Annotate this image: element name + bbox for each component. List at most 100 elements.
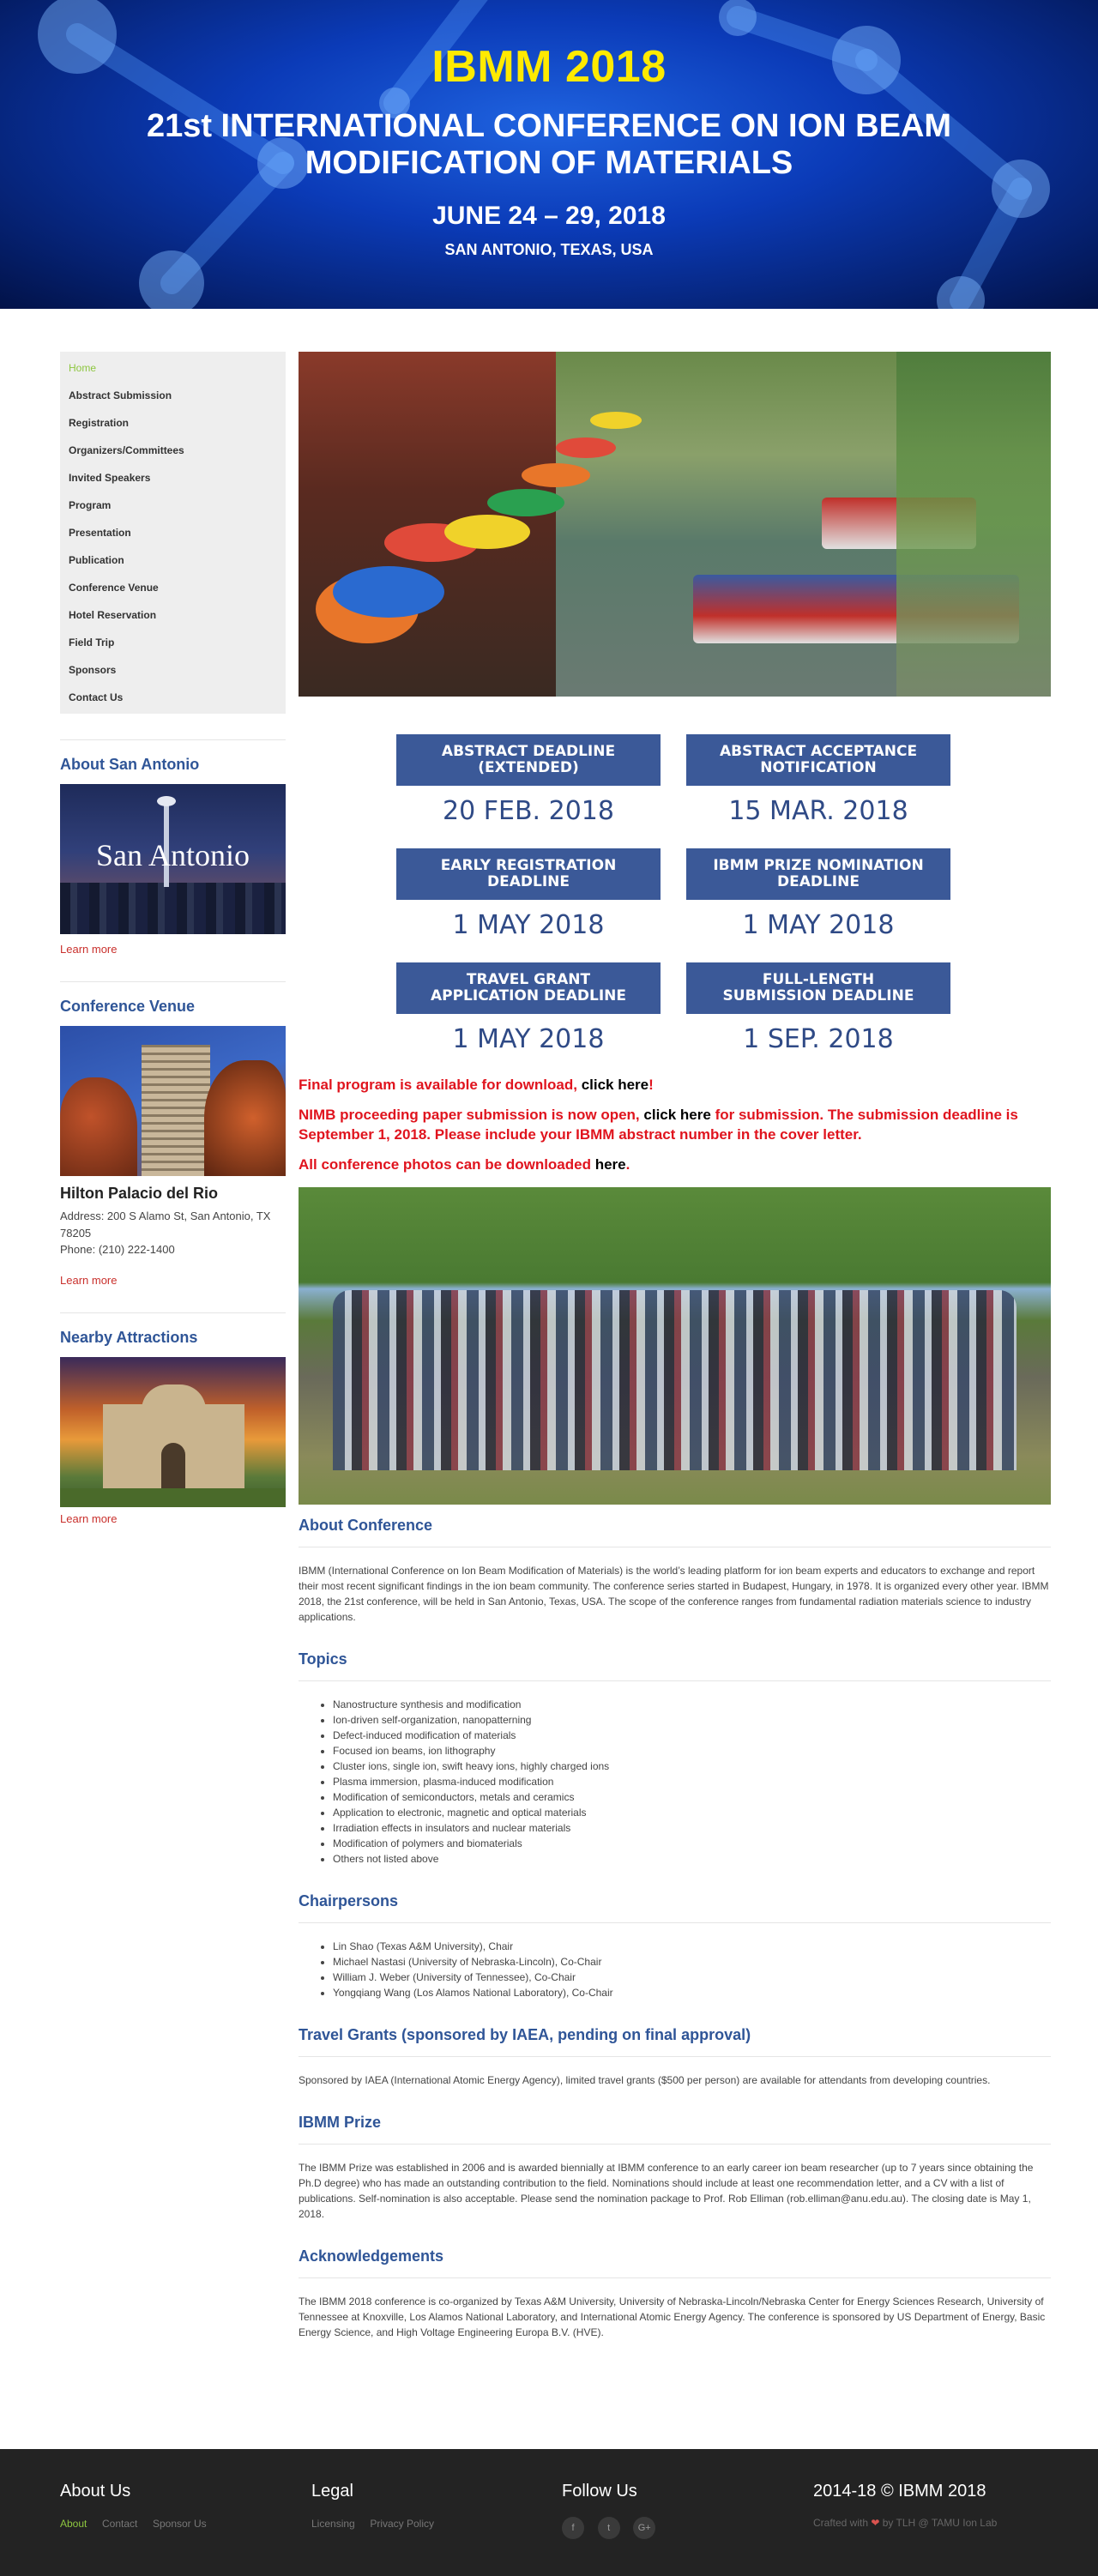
deadline-card: EARLY REGISTRATION DEADLINE 1 MAY 2018 [396,848,661,940]
photos-notice-end: . [625,1155,630,1173]
list-item: Yongqiang Wang (Los Alamos National Labo… [333,1985,1051,2000]
facebook-icon[interactable]: f [562,2517,584,2539]
venue-name: Hilton Palacio del Rio [60,1185,219,1202]
crafted-suffix: by TLH @ TAMU Ion Lab [879,2517,998,2529]
acknowledgements-section: Acknowledgements The IBMM 2018 conferenc… [299,2247,1051,2340]
nav-item-hotel-reservation[interactable]: Hotel Reservation [60,601,286,629]
photos-notice-text: All conference photos can be downloaded [299,1155,595,1173]
side-nav: Home Abstract Submission Registration Or… [60,352,286,714]
photos-notice: All conference photos can be downloaded … [299,1155,1051,1175]
nav-item-publication[interactable]: Publication [60,546,286,574]
nav-item-home[interactable]: Home [60,354,286,382]
program-notice-end: ! [649,1077,654,1093]
twitter-icon[interactable]: t [597,2517,620,2539]
crafted-prefix: Crafted with [813,2517,872,2529]
about-san-antonio: About San Antonio San Antonio Learn more [60,739,286,956]
hotel-image[interactable] [60,1026,286,1176]
footer-link-licensing[interactable]: Licensing [311,2518,355,2530]
program-download-link[interactable]: click here [582,1077,649,1093]
acknowledgements-text: The IBMM 2018 conference is co-organized… [299,2295,1046,2338]
crafted-by: Crafted with ❤ by TLH @ TAMU Ion Lab [813,2517,997,2529]
list-item: Focused ion beams, ion lithography [333,1743,1051,1759]
deadline-label: TRAVEL GRANT APPLICATION DEADLINE [396,962,661,1014]
nav-item-contact-us[interactable]: Contact Us [60,684,286,711]
notices: Final program is available for download,… [299,1076,1051,1175]
footer: About Us About Contact Sponsor Us Legal … [0,2449,1098,2576]
deadline-date: 20 FEB. 2018 [443,796,614,826]
list-item: Plasma immersion, plasma-induced modific… [333,1774,1051,1789]
ibmm-prize-title: IBMM Prize [299,2114,1051,2145]
list-item: Nanostructure synthesis and modification [333,1697,1051,1712]
list-item: William J. Weber (University of Tennesse… [333,1970,1051,1985]
list-item: Others not listed above [333,1851,1051,1867]
san-antonio-caption: San Antonio [95,838,250,872]
acknowledgements-title: Acknowledgements [299,2247,1051,2278]
venue-learn-more-link[interactable]: Learn more [60,1274,117,1287]
travel-grants-text: Sponsored by IAEA (International Atomic … [299,2073,991,2086]
copyright-text: 2014-18 © IBMM 2018 [813,2482,986,2501]
group-photo [299,1186,1051,1505]
attractions-learn-more-link[interactable]: Learn more [60,1512,117,1525]
google-plus-icon[interactable]: G+ [633,2517,656,2539]
about-learn-more-link[interactable]: Learn more [60,943,117,956]
conference-location: SAN ANTONIO, TEXAS, USA [444,241,654,259]
list-item: Application to electronic, magnetic and … [333,1805,1051,1820]
travel-grants-section: Travel Grants (sponsored by IAEA, pendin… [299,2026,1051,2088]
footer-legal-title: Legal [311,2482,353,2501]
footer-link-contact[interactable]: Contact [102,2518,137,2530]
list-item: Lin Shao (Texas A&M University), Chair [333,1939,1051,1954]
nearby-attractions-block: Nearby Attractions Learn more [60,1312,286,1525]
deadline-card: IBMM PRIZE NOMINATION DEADLINE 1 MAY 201… [686,848,950,940]
deadline-label: FULL-LENGTH SUBMISSION DEADLINE [686,962,950,1014]
nimb-notice: NIMB proceeding paper submission is now … [299,1106,1051,1145]
footer-link-about[interactable]: About [60,2518,87,2530]
nav-item-presentation[interactable]: Presentation [60,519,286,546]
program-notice-text: Final program is available for download, [299,1077,582,1093]
footer-follow: Follow Us f t G+ [562,2482,666,2539]
footer-about-title: About Us [60,2482,131,2501]
deadline-label: EARLY REGISTRATION DEADLINE [396,848,661,900]
about-conference-text: IBMM (International Conference on Ion Be… [299,1564,1049,1623]
nav-item-field-trip[interactable]: Field Trip [60,629,286,656]
deadline-card: TRAVEL GRANT APPLICATION DEADLINE 1 MAY … [396,962,661,1054]
list-item: Defect-induced modification of materials [333,1728,1051,1743]
chairpersons-section: Chairpersons Lin Shao (Texas A&M Univers… [299,1892,1051,2000]
conference-venue-block: Conference Venue Hilton Palacio del Rio … [60,981,286,1287]
nimb-notice-text: NIMB proceeding paper submission is now … [299,1106,644,1123]
chairpersons-title: Chairpersons [299,1892,1051,1923]
ibmm-prize-section: IBMM Prize The IBMM Prize was establishe… [299,2114,1051,2222]
san-antonio-image[interactable]: San Antonio [60,784,286,934]
nav-item-registration[interactable]: Registration [60,409,286,437]
footer-link-privacy-policy[interactable]: Privacy Policy [370,2518,434,2530]
riverwalk-image [299,352,1051,697]
hero-banner: IBMM 2018 21st INTERNATIONAL CONFERENCE … [0,0,1098,309]
deadline-card: FULL-LENGTH SUBMISSION DEADLINE 1 SEP. 2… [686,962,950,1054]
deadlines-grid: ABSTRACT DEADLINE (EXTENDED) 20 FEB. 201… [299,697,1051,1065]
nav-item-organizers[interactable]: Organizers/Committees [60,437,286,464]
chairpersons-list: Lin Shao (Texas A&M University), Chair M… [333,1939,1051,2000]
deadline-card: ABSTRACT ACCEPTANCE NOTIFICATION 15 MAR.… [686,734,950,826]
footer-link-sponsor-us[interactable]: Sponsor Us [153,2518,207,2530]
photos-download-link[interactable]: here [595,1156,626,1173]
nimb-submission-link[interactable]: click here [643,1107,710,1123]
list-item: Cluster ions, single ion, swift heavy io… [333,1759,1051,1774]
nearby-attractions-title: Nearby Attractions [60,1328,198,1346]
nav-item-program[interactable]: Program [60,492,286,519]
nav-item-sponsors[interactable]: Sponsors [60,656,286,684]
alamo-image[interactable] [60,1356,286,1507]
nav-item-abstract-submission[interactable]: Abstract Submission [60,382,286,409]
main-content: ABSTRACT DEADLINE (EXTENDED) 20 FEB. 201… [299,352,1051,2366]
nav-item-conference-venue[interactable]: Conference Venue [60,574,286,601]
conference-subtitle: 21st INTERNATIONAL CONFERENCE ON ION BEA… [146,108,952,181]
deadline-label: ABSTRACT DEADLINE (EXTENDED) [396,734,661,786]
deadline-label: IBMM PRIZE NOMINATION DEADLINE [686,848,950,900]
topics-title: Topics [299,1650,1051,1681]
nav-item-invited-speakers[interactable]: Invited Speakers [60,464,286,492]
deadline-label: ABSTRACT ACCEPTANCE NOTIFICATION [686,734,950,786]
list-item: Michael Nastasi (University of Nebraska-… [333,1954,1051,1970]
about-conference-section: About Conference IBMM (International Con… [299,1517,1051,1625]
deadline-date: 1 MAY 2018 [452,910,605,940]
deadline-date: 1 MAY 2018 [452,1024,605,1054]
conference-title: IBMM 2018 [431,42,667,92]
footer-copyright: 2014-18 © IBMM 2018 Crafted with ❤ by TL… [813,2482,997,2529]
